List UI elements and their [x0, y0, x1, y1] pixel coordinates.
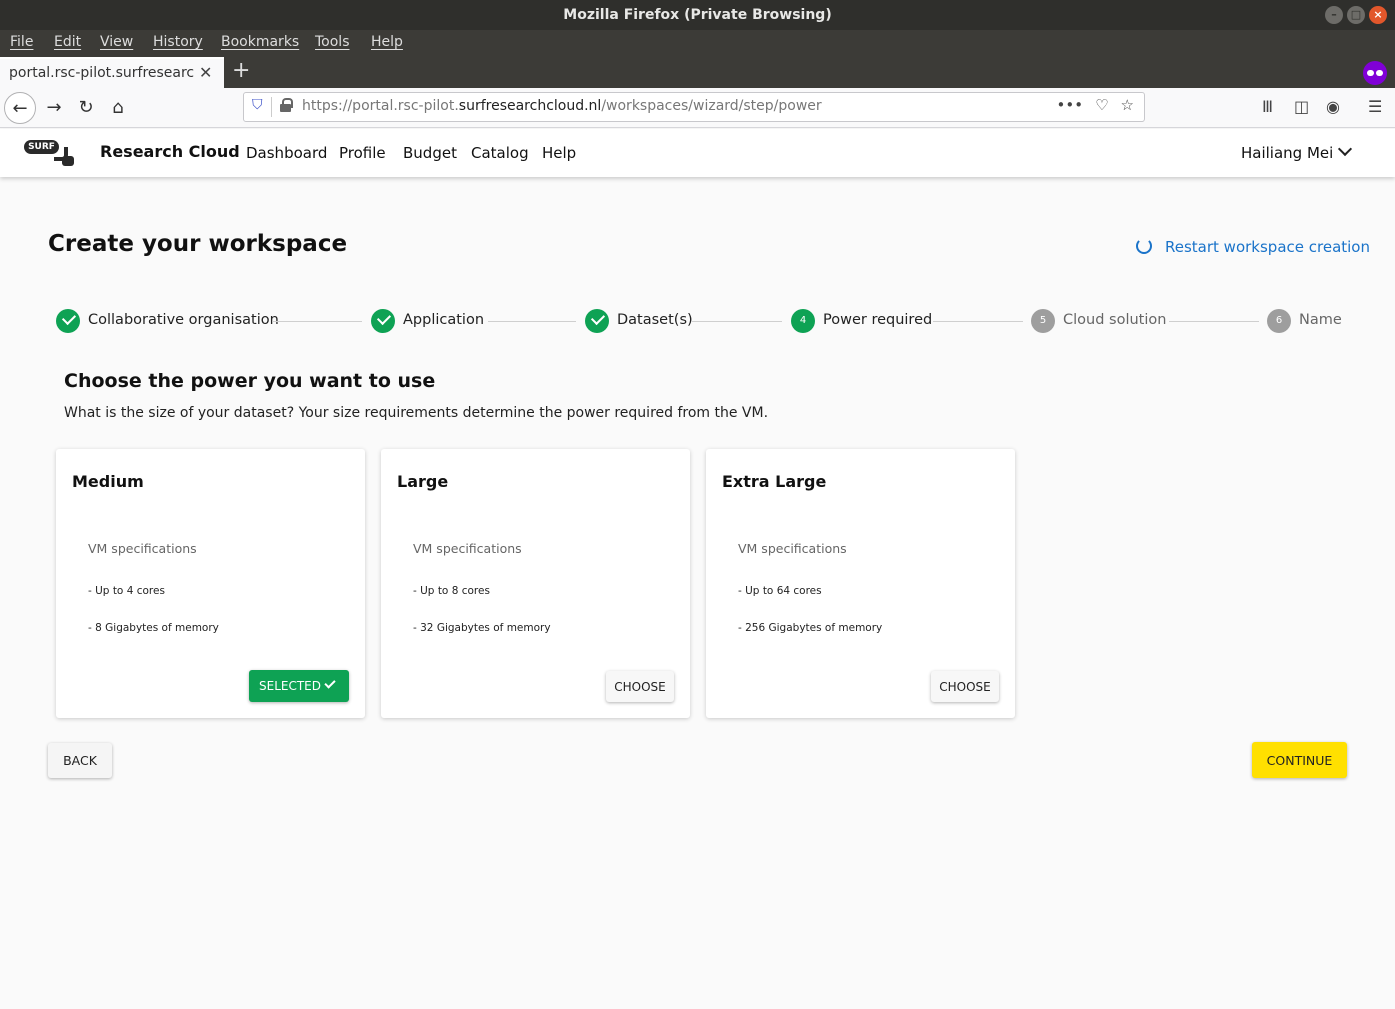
- step-number-badge: 6: [1267, 309, 1291, 333]
- close-tab-icon[interactable]: ✕: [199, 63, 212, 82]
- restart-icon: [1136, 238, 1152, 254]
- menu-bookmarks[interactable]: Bookmarks: [221, 34, 299, 50]
- back-arrow-icon[interactable]: ←: [4, 92, 36, 124]
- tab-title: portal.rsc-pilot.surfresearchcloud.nl: [9, 65, 195, 81]
- nav-catalog[interactable]: Catalog: [471, 144, 529, 162]
- selected-button[interactable]: SELECTED: [249, 670, 349, 702]
- power-card-large[interactable]: Large VM specifications - Up to 8 cores …: [381, 449, 690, 718]
- card-spec-heading: VM specifications: [88, 541, 197, 556]
- menu-history[interactable]: History: [153, 34, 203, 50]
- sidebar-icon[interactable]: ◫: [1294, 97, 1309, 116]
- section-title: Choose the power you want to use: [64, 370, 436, 392]
- card-title: Extra Large: [722, 472, 827, 491]
- menu-tools[interactable]: Tools: [315, 34, 350, 50]
- maximize-button[interactable]: □: [1347, 6, 1365, 24]
- nav-budget[interactable]: Budget: [403, 144, 457, 162]
- menu-help[interactable]: Help: [371, 34, 403, 50]
- reload-icon[interactable]: ↻: [70, 92, 102, 124]
- card-title: Large: [397, 472, 449, 491]
- window-title: Mozilla Firefox (Private Browsing): [563, 7, 832, 23]
- card-cores: - Up to 8 cores: [413, 585, 490, 597]
- power-card-extra-large[interactable]: Extra Large VM specifications - Up to 64…: [706, 449, 1015, 718]
- step-number-badge: 4: [791, 309, 815, 333]
- back-button[interactable]: BACK: [48, 743, 112, 778]
- menu-edit[interactable]: Edit: [54, 34, 81, 50]
- nav-profile[interactable]: Profile: [339, 144, 386, 162]
- section-description: What is the size of your dataset? Your s…: [64, 405, 769, 421]
- check-icon: [324, 677, 336, 689]
- chevron-down-icon[interactable]: [1337, 141, 1353, 157]
- minimize-button[interactable]: –: [1325, 6, 1343, 24]
- check-icon: [371, 309, 395, 333]
- hamburger-menu-icon[interactable]: ☰: [1368, 97, 1382, 116]
- check-icon: [56, 309, 80, 333]
- new-tab-icon[interactable]: +: [232, 58, 250, 83]
- page-title: Create your workspace: [48, 231, 348, 257]
- menu-file[interactable]: File: [10, 34, 33, 50]
- tracking-shield-icon[interactable]: ⛉: [252, 97, 263, 113]
- page-actions-icon[interactable]: •••: [1057, 96, 1084, 114]
- card-spec-heading: VM specifications: [738, 541, 847, 556]
- choose-button[interactable]: CHOOSE: [606, 671, 674, 702]
- menu-bar: File Edit View History Bookmarks Tools H…: [0, 30, 1395, 56]
- card-cores: - Up to 4 cores: [88, 585, 165, 597]
- card-memory: - 256 Gigabytes of memory: [738, 622, 883, 634]
- home-icon[interactable]: ⌂: [102, 92, 134, 124]
- close-window-button[interactable]: ×: [1369, 6, 1387, 24]
- nav-dashboard[interactable]: Dashboard: [246, 144, 327, 162]
- power-card-medium[interactable]: Medium VM specifications - Up to 4 cores…: [56, 449, 365, 718]
- tab-bar: portal.rsc-pilot.surfresearchcloud.nl ✕ …: [0, 56, 1395, 88]
- url-bar[interactable]: ⛉ https://portal.rsc-pilot.surfresearchc…: [243, 92, 1145, 122]
- browser-tab[interactable]: portal.rsc-pilot.surfresearchcloud.nl ✕: [0, 57, 224, 88]
- site-header: SURF Research Cloud Dashboard Profile Bu…: [0, 129, 1395, 177]
- nav-help[interactable]: Help: [542, 144, 576, 162]
- card-memory: - 32 Gigabytes of memory: [413, 622, 551, 634]
- surf-logo[interactable]: SURF: [24, 140, 74, 166]
- bookmark-star-icon[interactable]: ☆: [1121, 96, 1134, 114]
- nav-toolbar: ← → ↻ ⌂ ⛉ https://portal.rsc-pilot.surfr…: [0, 88, 1395, 128]
- account-icon[interactable]: ◉: [1326, 97, 1340, 116]
- check-icon: [585, 309, 609, 333]
- choose-button[interactable]: CHOOSE: [931, 671, 999, 702]
- card-spec-heading: VM specifications: [413, 541, 522, 556]
- user-menu[interactable]: Hailiang Mei: [1241, 144, 1333, 162]
- card-cores: - Up to 64 cores: [738, 585, 822, 597]
- lock-icon[interactable]: [280, 98, 293, 112]
- card-title: Medium: [72, 472, 144, 491]
- forward-arrow-icon[interactable]: →: [38, 92, 70, 124]
- library-icon[interactable]: Ⅲ: [1262, 97, 1273, 116]
- url-text[interactable]: https://portal.rsc-pilot.surfresearchclo…: [302, 98, 822, 114]
- brand-name[interactable]: Research Cloud: [100, 142, 240, 161]
- private-browsing-icon: [1363, 61, 1387, 85]
- continue-button[interactable]: CONTINUE: [1252, 742, 1347, 778]
- window-titlebar: Mozilla Firefox (Private Browsing) – □ ×: [0, 0, 1395, 30]
- menu-view[interactable]: View: [100, 34, 133, 50]
- step-number-badge: 5: [1031, 309, 1055, 333]
- pocket-icon[interactable]: ♡: [1095, 96, 1108, 114]
- card-memory: - 8 Gigabytes of memory: [88, 622, 219, 634]
